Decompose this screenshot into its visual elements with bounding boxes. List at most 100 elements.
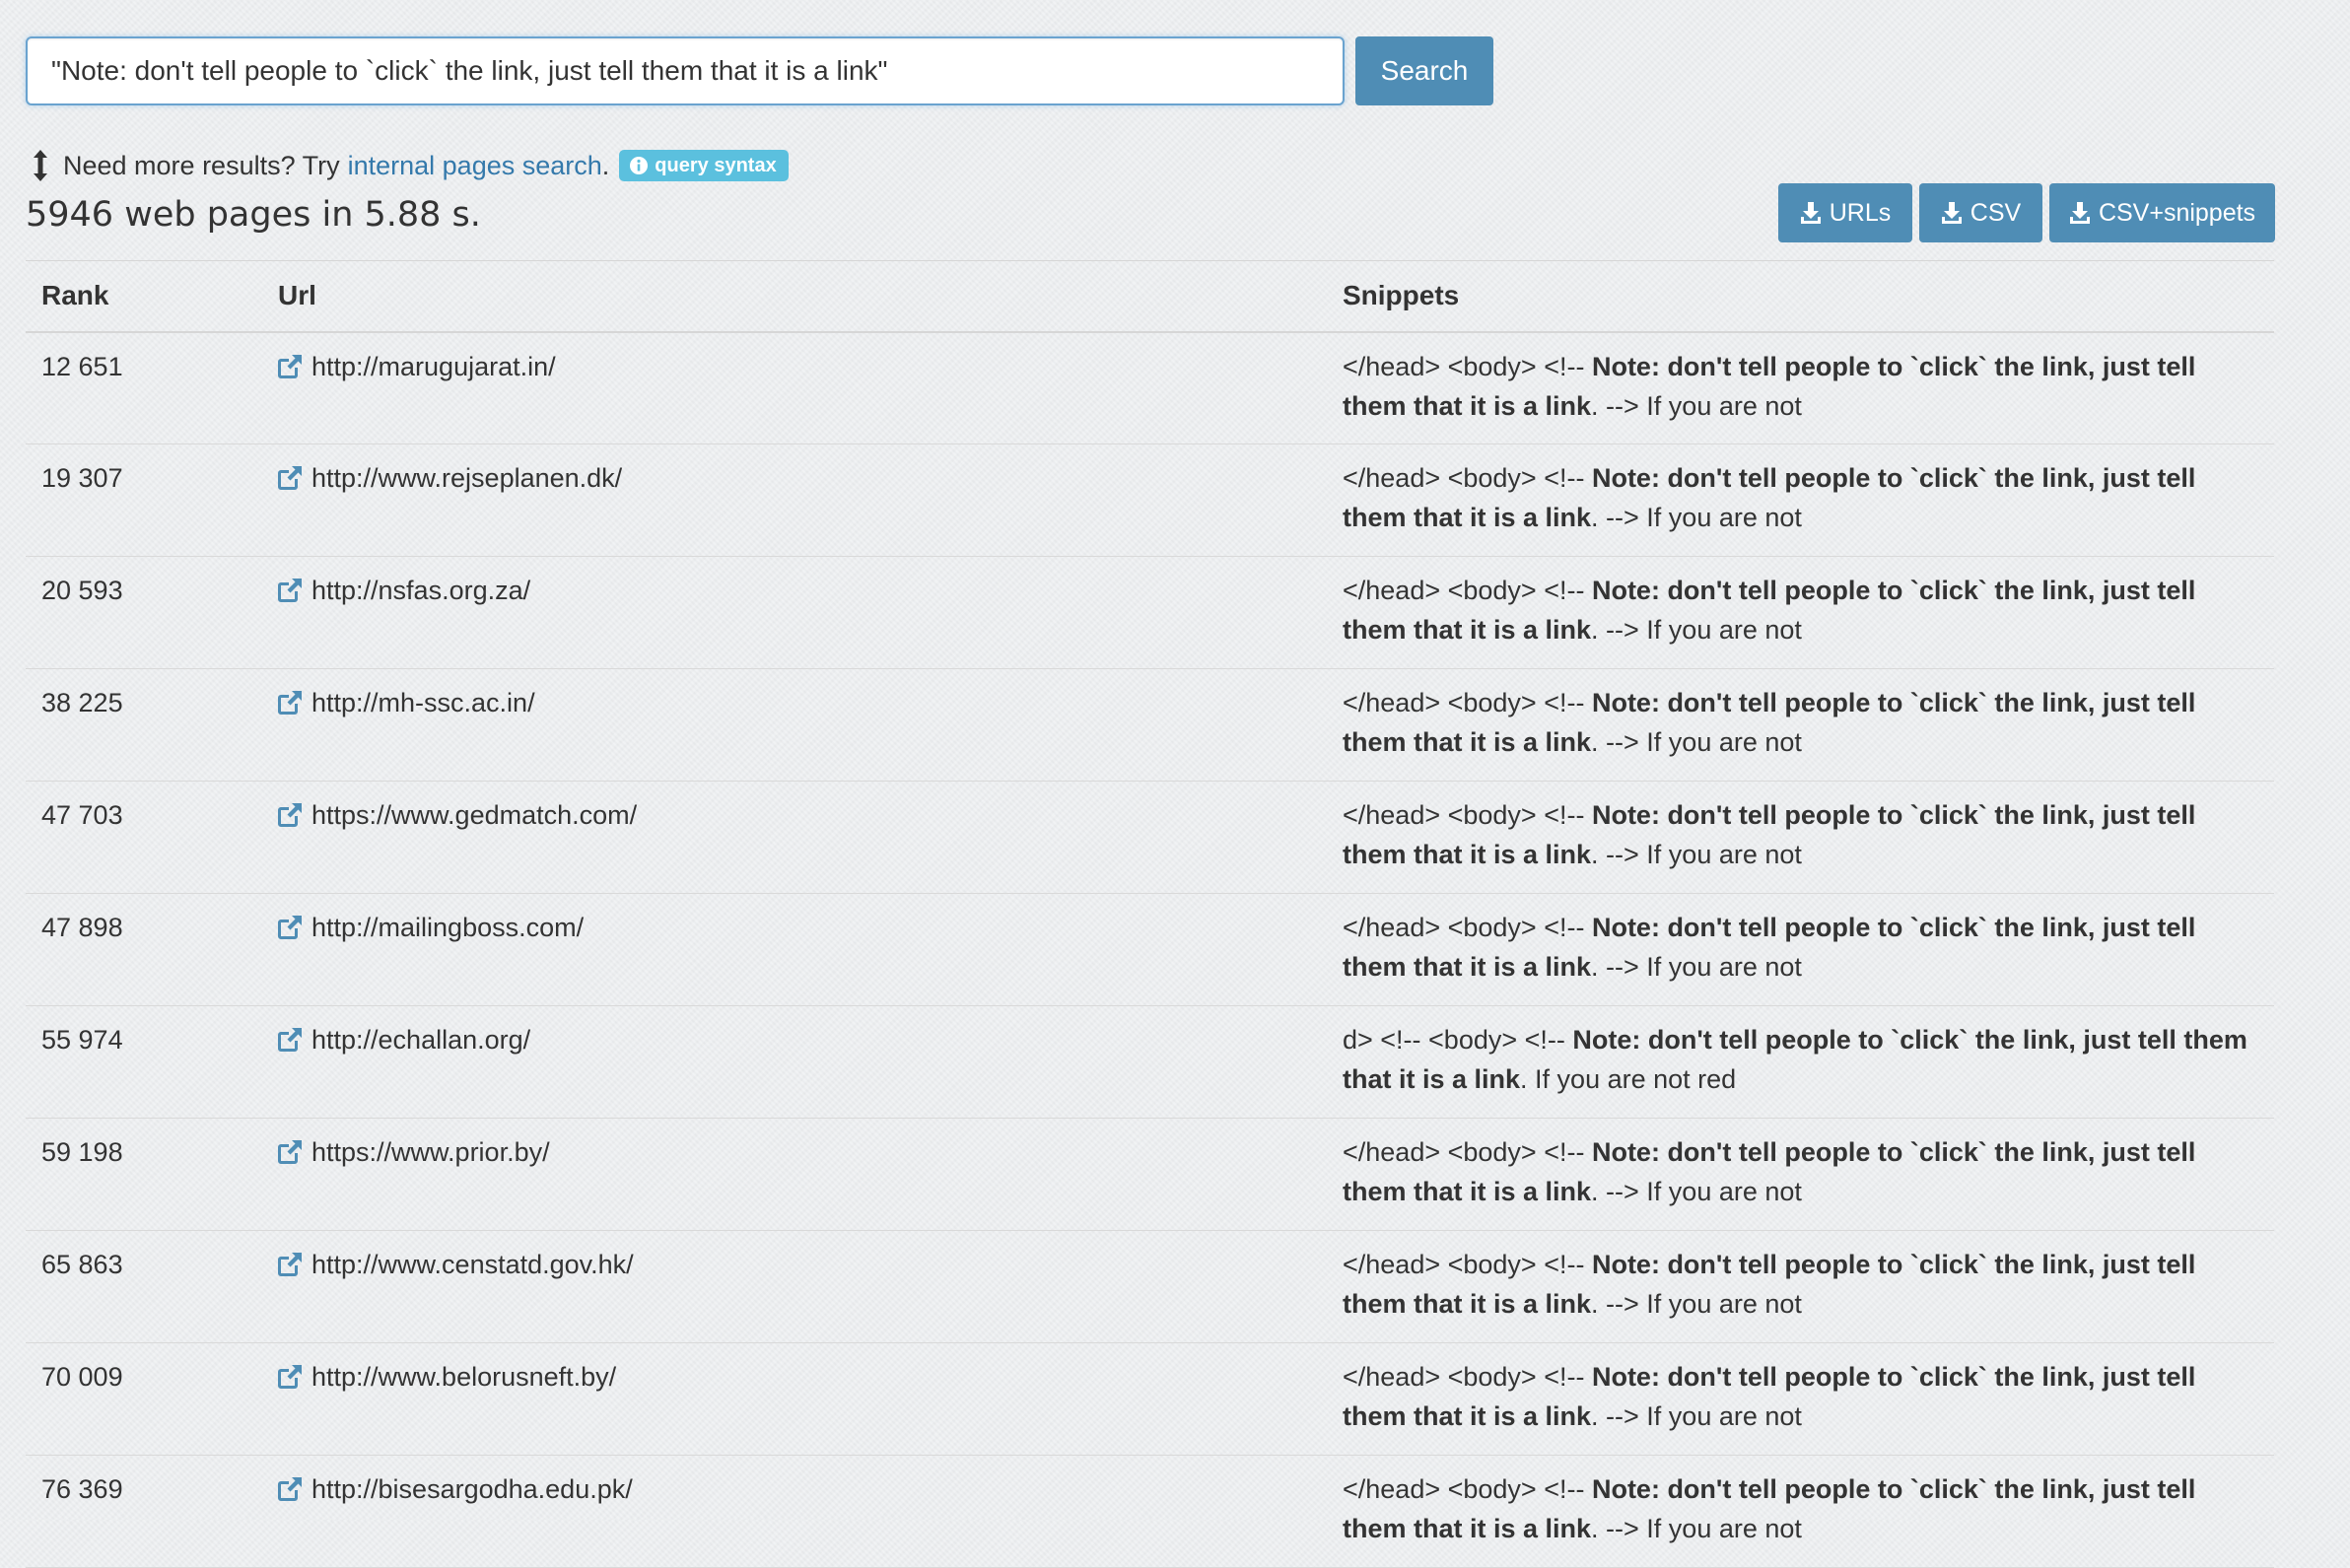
snippet-text: </head> <body> <!-- xyxy=(1343,1362,1592,1392)
snippet-text: . --> If you are not xyxy=(1591,1401,1802,1431)
rank-cell: 55 974 xyxy=(26,1005,262,1119)
download-icon xyxy=(1941,202,1962,224)
result-url-link[interactable]: http://nsfas.org.za/ xyxy=(311,571,530,610)
table-row: 55 974 http://echallan.org/ d> <!-- <bod… xyxy=(26,1005,2274,1119)
result-url-link[interactable]: http://www.rejseplanen.dk/ xyxy=(311,458,622,498)
rank-cell: 76 369 xyxy=(26,1455,262,1568)
result-url-link[interactable]: http://bisesargodha.edu.pk/ xyxy=(311,1469,633,1509)
snippet-text: . --> If you are not xyxy=(1591,727,1802,757)
external-link-icon[interactable] xyxy=(276,1363,304,1391)
external-link-icon[interactable] xyxy=(276,1026,304,1054)
rank-cell: 59 198 xyxy=(26,1118,262,1231)
download-csv-snippets-button[interactable]: CSV+snippets xyxy=(2049,183,2275,242)
url-cell: http://nsfas.org.za/ xyxy=(262,556,1327,669)
search-input[interactable] xyxy=(26,36,1345,105)
result-url-link[interactable]: http://mailingboss.com/ xyxy=(311,908,584,947)
snippet-text: </head> <body> <!-- xyxy=(1343,800,1592,830)
result-url-link[interactable]: http://www.belorusneft.by/ xyxy=(311,1357,616,1397)
up-down-arrow-icon xyxy=(34,150,47,181)
results-table: Rank Url Snippets 12 651 http://maruguja… xyxy=(26,260,2274,1568)
table-row: 19 307 http://www.rejseplanen.dk/ </head… xyxy=(26,443,2274,557)
snippet-text: . --> If you are not xyxy=(1591,1177,1802,1206)
snippet-text: d> <!-- <body> <!-- xyxy=(1343,1025,1573,1055)
external-link-icon[interactable] xyxy=(276,1138,304,1166)
internal-pages-search-link[interactable]: internal pages search xyxy=(348,151,602,181)
snippet-text: . --> If you are not xyxy=(1591,615,1802,645)
external-link-icon[interactable] xyxy=(276,801,304,829)
result-url-link[interactable]: http://echallan.org/ xyxy=(311,1020,530,1059)
rank-cell: 38 225 xyxy=(26,668,262,782)
result-url-link[interactable]: https://www.prior.by/ xyxy=(311,1132,550,1172)
url-cell: https://www.gedmatch.com/ xyxy=(262,781,1327,894)
external-link-icon[interactable] xyxy=(276,689,304,716)
external-link-icon[interactable] xyxy=(276,1251,304,1278)
external-link-icon[interactable] xyxy=(276,1475,304,1503)
external-link-icon[interactable] xyxy=(276,464,304,492)
snippet-text: </head> <body> <!-- xyxy=(1343,351,1592,381)
table-row: 47 898 http://mailingboss.com/ </head> <… xyxy=(26,893,2274,1006)
table-row: 20 593 http://nsfas.org.za/ </head> <bod… xyxy=(26,556,2274,669)
snippet-text: . --> If you are not xyxy=(1591,1514,1802,1543)
snippet-text: . --> If you are not xyxy=(1591,1289,1802,1319)
snippet-cell: </head> <body> <!-- Note: don't tell peo… xyxy=(1327,668,2274,782)
rank-cell: 19 307 xyxy=(26,443,262,557)
snippet-cell: </head> <body> <!-- Note: don't tell peo… xyxy=(1327,1230,2274,1343)
download-csv-button[interactable]: CSV xyxy=(1919,183,2042,242)
download-urls-button[interactable]: URLs xyxy=(1778,183,1912,242)
rank-column-header: Rank xyxy=(26,260,262,333)
table-row: 59 198 https://www.prior.by/ </head> <bo… xyxy=(26,1118,2274,1231)
search-bar: Search xyxy=(26,36,1493,105)
url-column-header: Url xyxy=(262,260,1327,333)
result-url-link[interactable]: http://www.censtatd.gov.hk/ xyxy=(311,1245,634,1284)
query-syntax-badge[interactable]: query syntax xyxy=(619,150,789,181)
snippet-text: . --> If you are not xyxy=(1591,840,1802,869)
table-row: 38 225 http://mh-ssc.ac.in/ </head> <bod… xyxy=(26,668,2274,782)
snippet-cell: </head> <body> <!-- Note: don't tell peo… xyxy=(1327,1455,2274,1568)
rank-cell: 70 009 xyxy=(26,1342,262,1456)
table-row: 70 009 http://www.belorusneft.by/ </head… xyxy=(26,1342,2274,1456)
snippet-text: </head> <body> <!-- xyxy=(1343,913,1592,942)
snippet-text: </head> <body> <!-- xyxy=(1343,576,1592,605)
external-link-icon[interactable] xyxy=(276,353,304,380)
snippet-cell: </head> <body> <!-- Note: don't tell peo… xyxy=(1327,781,2274,894)
more-results-hint: Need more results? Try internal pages se… xyxy=(30,146,789,185)
snippet-cell: </head> <body> <!-- Note: don't tell peo… xyxy=(1327,1118,2274,1231)
hint-suffix: . xyxy=(601,150,610,180)
table-header-row: Rank Url Snippets xyxy=(26,260,2274,333)
url-cell: http://marugujarat.in/ xyxy=(262,331,1327,444)
url-cell: http://bisesargodha.edu.pk/ xyxy=(262,1455,1327,1568)
snippet-text: </head> <body> <!-- xyxy=(1343,688,1592,717)
snippet-cell: d> <!-- <body> <!-- Note: don't tell peo… xyxy=(1327,1005,2274,1119)
external-link-icon[interactable] xyxy=(276,577,304,604)
snippet-text: . If you are not red xyxy=(1520,1064,1737,1094)
url-cell: http://www.rejseplanen.dk/ xyxy=(262,443,1327,557)
results-count: 5946 web pages in 5.88 s. xyxy=(26,195,481,235)
rank-cell: 20 593 xyxy=(26,556,262,669)
snippet-text: </head> <body> <!-- xyxy=(1343,1137,1592,1167)
external-link-icon[interactable] xyxy=(276,914,304,941)
download-icon xyxy=(1800,202,1821,224)
download-buttons: URLs CSV CSV+snippets xyxy=(1778,183,2275,242)
download-csv-label: CSV xyxy=(1970,198,2022,227)
download-csv-snippets-label: CSV+snippets xyxy=(2098,198,2256,227)
table-row: 12 651 http://marugujarat.in/ </head> <b… xyxy=(26,331,2274,444)
snippet-text: </head> <body> <!-- xyxy=(1343,1250,1592,1279)
snippet-cell: </head> <body> <!-- Note: don't tell peo… xyxy=(1327,331,2274,444)
table-row: 47 703 https://www.gedmatch.com/ </head>… xyxy=(26,781,2274,894)
result-url-link[interactable]: http://marugujarat.in/ xyxy=(311,347,556,386)
snippet-text: </head> <body> <!-- xyxy=(1343,1474,1592,1504)
url-cell: http://mh-ssc.ac.in/ xyxy=(262,668,1327,782)
result-url-link[interactable]: http://mh-ssc.ac.in/ xyxy=(311,683,535,722)
url-cell: http://echallan.org/ xyxy=(262,1005,1327,1119)
url-cell: http://www.belorusneft.by/ xyxy=(262,1342,1327,1456)
url-cell: https://www.prior.by/ xyxy=(262,1118,1327,1231)
rank-cell: 12 651 xyxy=(26,331,262,444)
snippet-cell: </head> <body> <!-- Note: don't tell peo… xyxy=(1327,893,2274,1006)
search-button[interactable]: Search xyxy=(1355,36,1493,105)
url-cell: http://mailingboss.com/ xyxy=(262,893,1327,1006)
result-url-link[interactable]: https://www.gedmatch.com/ xyxy=(311,795,637,835)
table-row: 76 369 http://bisesargodha.edu.pk/ </hea… xyxy=(26,1455,2274,1568)
rank-cell: 47 898 xyxy=(26,893,262,1006)
snippet-text: . --> If you are not xyxy=(1591,952,1802,982)
snippet-cell: </head> <body> <!-- Note: don't tell peo… xyxy=(1327,443,2274,557)
